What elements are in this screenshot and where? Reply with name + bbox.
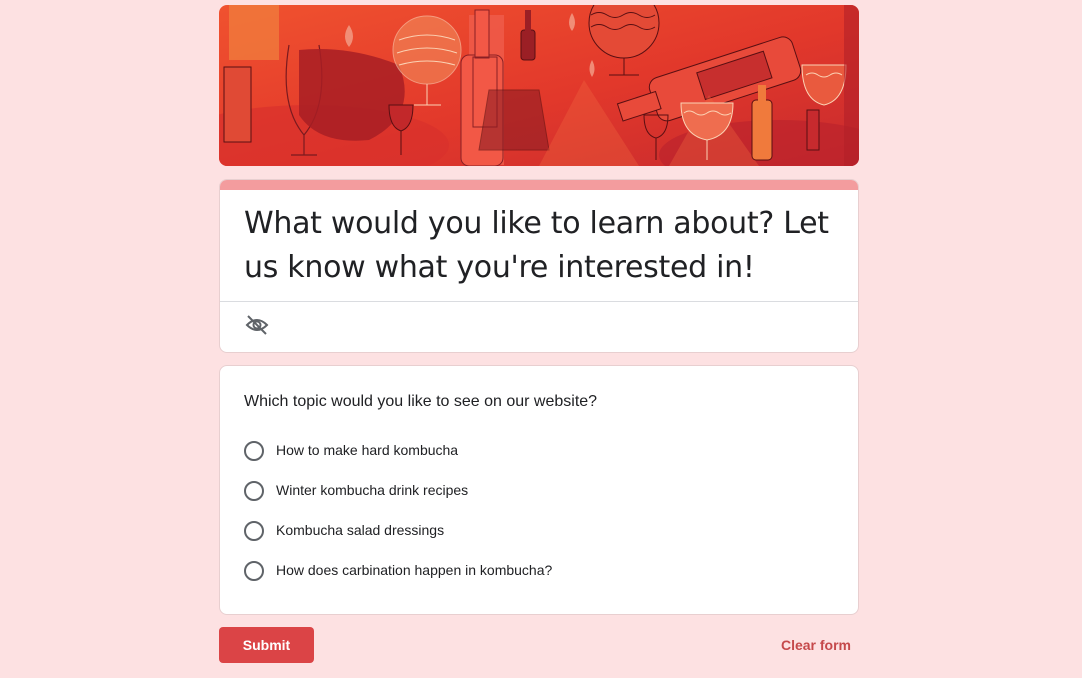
- eye-off-icon: [245, 313, 269, 337]
- radio-option-label: How does carbination happen in kombucha?: [276, 562, 553, 578]
- radio-option-label: How to make hard kombucha: [276, 442, 459, 458]
- radio-button-icon[interactable]: [244, 481, 264, 501]
- submit-button[interactable]: Submit: [219, 627, 314, 663]
- clear-form-button[interactable]: Clear form: [781, 637, 851, 653]
- radio-button-icon[interactable]: [244, 441, 264, 461]
- question-card: Which topic would you like to see on our…: [219, 365, 859, 615]
- radio-option[interactable]: Kombucha salad dressings: [244, 519, 804, 543]
- form-title-card: What would you like to learn about? Let …: [219, 179, 859, 353]
- radio-option[interactable]: How to make hard kombucha: [244, 439, 804, 463]
- accent-bar: [220, 180, 858, 190]
- form-title: What would you like to learn about? Let …: [244, 206, 829, 285]
- radio-option-label: Winter kombucha drink recipes: [276, 482, 469, 498]
- radio-button-icon[interactable]: [244, 521, 264, 541]
- radio-option[interactable]: How does carbination happen in kombucha?: [244, 559, 804, 583]
- divider: [220, 301, 858, 302]
- header-banner-image: [219, 5, 859, 166]
- radio-option[interactable]: Winter kombucha drink recipes: [244, 479, 804, 503]
- radio-option-label: Kombucha salad dressings: [276, 522, 445, 538]
- radio-button-icon[interactable]: [244, 561, 264, 581]
- question-title: Which topic would you like to see on our…: [244, 393, 598, 410]
